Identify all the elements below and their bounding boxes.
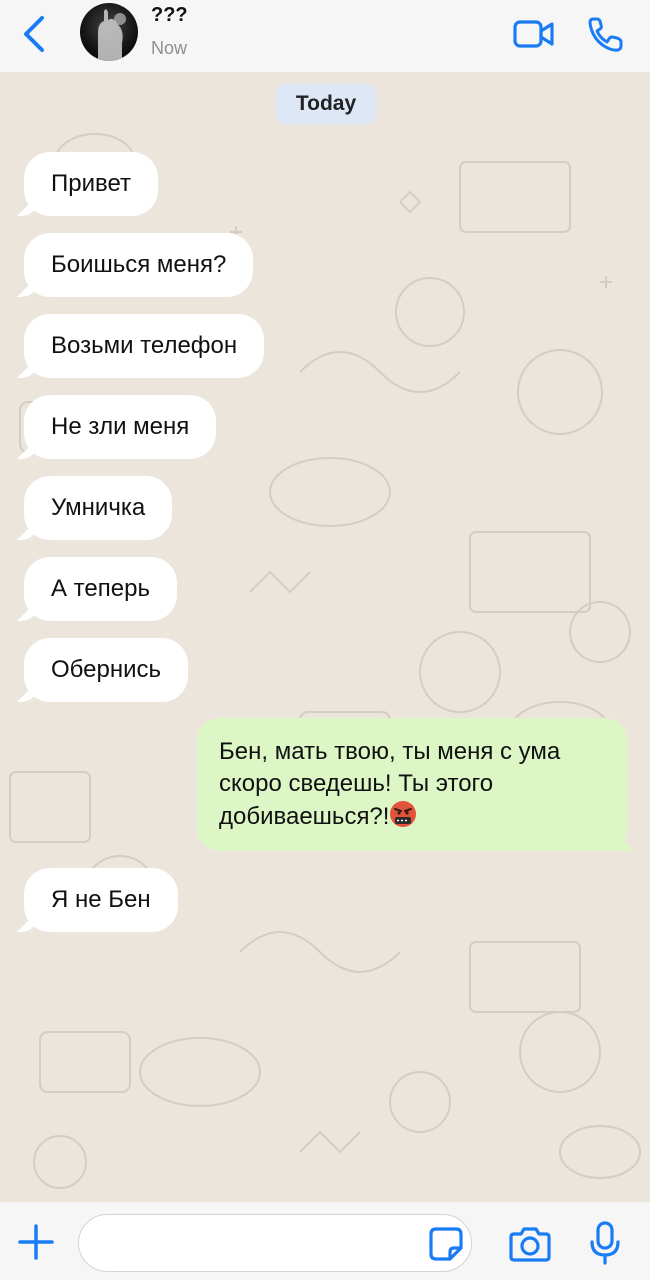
message-text: Обернись	[51, 656, 162, 683]
contact-name[interactable]: ???	[151, 4, 188, 27]
message-bubble-incoming[interactable]: Я не Бен	[24, 868, 178, 932]
message-text: Умничка	[51, 494, 146, 521]
chevron-left-icon[interactable]	[18, 12, 52, 56]
phone-icon[interactable]	[584, 14, 628, 54]
date-label: Today	[276, 84, 376, 124]
message-text: Возьми телефон	[51, 332, 238, 359]
cursing-face-icon	[390, 801, 417, 827]
message-bubble-incoming[interactable]: А теперь	[24, 557, 177, 621]
avatar[interactable]	[80, 3, 138, 61]
chat-header: ??? Now	[0, 0, 650, 72]
camera-icon[interactable]	[508, 1224, 552, 1264]
silhouette-icon	[98, 9, 126, 61]
message-bubble-incoming[interactable]: Возьми телефон	[24, 314, 265, 378]
message-text: А теперь	[51, 575, 150, 602]
message-bubble-outgoing[interactable]: Бен, мать твою, ты меня с ума скоро свед…	[197, 718, 627, 851]
message-bubble-incoming[interactable]: Обернись	[24, 638, 189, 702]
message-bubble-incoming[interactable]: Привет	[24, 152, 159, 216]
message-text: Привет	[51, 170, 132, 197]
microphone-icon[interactable]	[588, 1220, 622, 1266]
message-input[interactable]	[78, 1214, 472, 1272]
sticker-icon[interactable]	[428, 1226, 464, 1262]
message-bubble-incoming[interactable]: Умничка	[24, 476, 173, 540]
plus-icon[interactable]	[16, 1222, 56, 1262]
composer-bar	[0, 1202, 650, 1280]
message-text: Не зли меня	[51, 413, 190, 440]
contact-status: Now	[151, 38, 188, 58]
message-bubble-incoming[interactable]: Не зли меня	[24, 395, 217, 459]
message-text: Я не Бен	[51, 886, 151, 913]
message-bubble-incoming[interactable]: Боишься меня?	[24, 233, 254, 297]
video-camera-icon[interactable]	[512, 14, 556, 54]
message-text: Боишься меня?	[51, 251, 227, 278]
